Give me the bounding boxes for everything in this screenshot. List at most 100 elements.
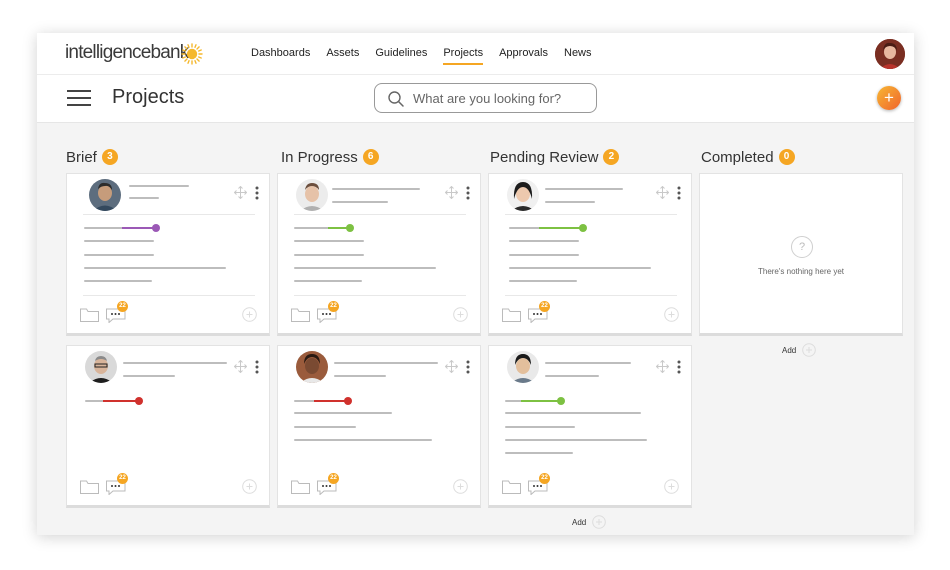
subtitle-placeholder (123, 375, 175, 377)
assignee-avatar (89, 179, 121, 211)
column-count-badge: 6 (362, 149, 379, 165)
text-placeholder (84, 254, 154, 256)
more-options-icon[interactable] (255, 360, 259, 374)
folder-icon[interactable] (502, 308, 521, 322)
more-options-icon[interactable] (255, 186, 259, 200)
title-placeholder (545, 362, 631, 364)
title-placeholder (334, 362, 438, 364)
drag-move-icon[interactable] (234, 186, 247, 199)
add-project-button[interactable]: + (877, 86, 901, 110)
comment-count-badge: 22 (117, 473, 128, 484)
add-circle-icon[interactable] (664, 479, 679, 494)
drag-move-icon[interactable] (656, 186, 669, 199)
search-box[interactable] (374, 83, 597, 113)
text-placeholder (505, 412, 641, 414)
folder-icon[interactable] (291, 480, 310, 494)
more-options-icon[interactable] (466, 360, 470, 374)
nav-projects[interactable]: Projects (435, 33, 491, 75)
title-placeholder (123, 362, 227, 364)
text-placeholder (294, 426, 356, 428)
card-divider (505, 214, 677, 215)
comment-count-badge: 22 (328, 473, 339, 484)
progress-bar (505, 397, 567, 405)
card-divider (83, 295, 255, 296)
add-circle-icon[interactable] (242, 479, 257, 494)
more-options-icon[interactable] (677, 360, 681, 374)
more-options-icon[interactable] (677, 186, 681, 200)
comment-count-badge: 22 (117, 301, 128, 312)
progress-bar (294, 224, 354, 232)
folder-icon[interactable] (80, 308, 99, 322)
text-placeholder (509, 240, 579, 242)
top-navigation: intelligencebank Dashboards Assets Guide… (37, 33, 914, 75)
text-placeholder (294, 439, 432, 441)
folder-icon[interactable] (502, 480, 521, 494)
user-avatar-image (875, 39, 905, 69)
column-title: Brief (66, 148, 97, 166)
app-window: intelligencebank Dashboards Assets Guide… (37, 33, 914, 535)
comment-count-badge: 22 (328, 301, 339, 312)
plus-icon: + (884, 88, 894, 107)
project-card[interactable]: 22 (277, 345, 481, 508)
add-circle-icon[interactable] (664, 307, 679, 322)
nav-assets[interactable]: Assets (318, 33, 367, 75)
column-count-badge: 2 (603, 149, 620, 165)
nav-news[interactable]: News (556, 33, 600, 75)
progress-bar (84, 224, 160, 232)
column-header: Pending Review 2 (490, 147, 620, 167)
text-placeholder (294, 280, 362, 282)
title-placeholder (332, 188, 420, 190)
add-circle-icon (802, 343, 817, 357)
column-title: In Progress (281, 148, 358, 166)
user-avatar[interactable] (875, 39, 905, 69)
column-title: Pending Review (490, 148, 599, 166)
card-divider (294, 295, 466, 296)
text-placeholder (84, 280, 152, 282)
project-card[interactable]: 22 (277, 173, 481, 336)
folder-icon[interactable] (80, 480, 99, 494)
text-placeholder (505, 452, 573, 454)
project-card[interactable]: 22 (488, 173, 692, 336)
card-divider (83, 214, 255, 215)
drag-move-icon[interactable] (656, 360, 669, 373)
comment-count-badge: 22 (539, 473, 550, 484)
main-nav: Dashboards Assets Guidelines Projects Ap… (243, 33, 600, 75)
column-count-badge: 0 (778, 149, 795, 165)
hamburger-menu-icon[interactable] (67, 90, 91, 108)
nav-dashboards[interactable]: Dashboards (243, 33, 318, 75)
text-placeholder (505, 426, 575, 428)
more-options-icon[interactable] (466, 186, 470, 200)
subtitle-placeholder (332, 201, 388, 203)
text-placeholder (294, 267, 436, 269)
text-placeholder (505, 439, 647, 441)
add-circle-icon[interactable] (453, 479, 468, 494)
progress-bar (294, 397, 354, 405)
add-label: Add (572, 517, 587, 527)
text-placeholder (509, 254, 579, 256)
project-card[interactable]: 22 (66, 345, 270, 508)
add-circle-icon[interactable] (453, 307, 468, 322)
assignee-avatar (507, 351, 539, 383)
add-card-button[interactable]: Add (572, 515, 607, 529)
column-header: Brief 3 (66, 147, 118, 167)
add-card-button[interactable]: Add (782, 343, 817, 357)
column-title: Completed (701, 148, 774, 166)
drag-move-icon[interactable] (445, 360, 458, 373)
card-divider (505, 295, 677, 296)
folder-icon[interactable] (291, 308, 310, 322)
sun-logo-icon (181, 43, 203, 65)
text-placeholder (294, 412, 392, 414)
project-card[interactable]: 22 (488, 345, 692, 508)
subtitle-placeholder (129, 197, 159, 199)
drag-move-icon[interactable] (234, 360, 247, 373)
add-circle-icon[interactable] (242, 307, 257, 322)
search-input[interactable] (413, 88, 591, 108)
brand-logo[interactable]: intelligencebank (65, 42, 189, 64)
drag-move-icon[interactable] (445, 186, 458, 199)
card-divider (294, 214, 466, 215)
nav-guidelines[interactable]: Guidelines (367, 33, 435, 75)
progress-bar (85, 397, 145, 405)
project-card[interactable]: 22 (66, 173, 270, 336)
nav-approvals[interactable]: Approvals (491, 33, 556, 75)
empty-state-card: ? There's nothing here yet (699, 173, 903, 336)
